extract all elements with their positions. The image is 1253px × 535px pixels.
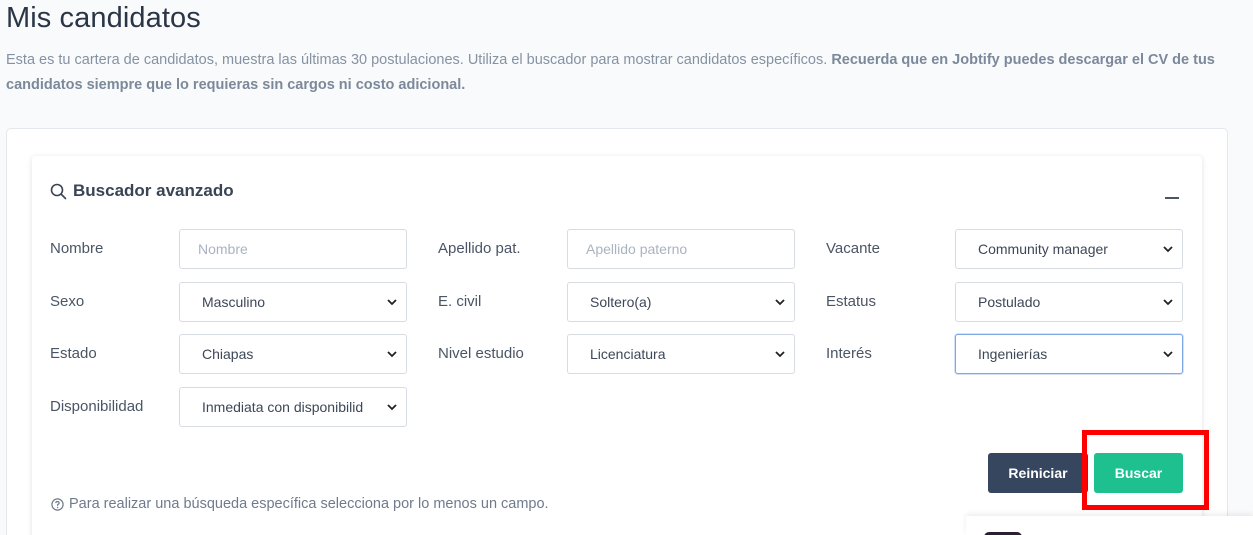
- chevron-down-icon: [774, 296, 786, 308]
- chevron-down-icon: [1162, 348, 1174, 360]
- interes-label: Interés: [826, 345, 872, 362]
- help-circle-icon: [51, 497, 64, 511]
- reset-button[interactable]: Reiniciar: [988, 453, 1088, 493]
- civil-select[interactable]: Soltero(a): [567, 282, 795, 322]
- search-button-highlight: [1082, 430, 1209, 510]
- page-title: Mis candidatos: [6, 2, 201, 34]
- sexo-label: Sexo: [50, 293, 85, 310]
- chevron-down-icon: [1162, 296, 1174, 308]
- vacante-value: Community manager: [978, 241, 1108, 257]
- apellido-label: Apellido pat.: [438, 240, 521, 257]
- chevron-down-icon: [386, 296, 398, 308]
- advanced-search-title: Buscador avanzado: [73, 181, 234, 200]
- chevron-down-icon: [386, 348, 398, 360]
- nivel-label: Nivel estudio: [438, 345, 524, 362]
- sexo-value: Masculino: [202, 294, 266, 310]
- estado-select[interactable]: Chiapas: [179, 334, 407, 374]
- estado-label: Estado: [50, 345, 97, 362]
- disponibilidad-select[interactable]: Inmediata con disponibilid: [179, 387, 407, 427]
- interes-select[interactable]: Ingenierías: [955, 334, 1183, 374]
- estatus-label: Estatus: [826, 293, 877, 310]
- interes-value: Ingenierías: [978, 346, 1048, 362]
- chevron-down-icon: [774, 348, 786, 360]
- search-hint-text: Para realizar una búsqueda específica se…: [69, 496, 549, 512]
- vacante-label: Vacante: [826, 240, 880, 257]
- estado-value: Chiapas: [202, 346, 254, 362]
- collapse-icon[interactable]: [1163, 187, 1181, 201]
- estatus-value: Postulado: [978, 294, 1041, 310]
- nivel-select[interactable]: Licenciatura: [567, 334, 795, 374]
- chevron-down-icon: [386, 401, 398, 413]
- apellido-input[interactable]: Apellido paterno: [567, 229, 795, 269]
- chevron-down-icon: [1162, 243, 1174, 255]
- advanced-search-header: Buscador avanzado: [50, 181, 234, 201]
- chat-widget[interactable]: [966, 516, 1253, 535]
- disponibilidad-label: Disponibilidad: [50, 398, 144, 415]
- nombre-input[interactable]: Nombre: [179, 229, 407, 269]
- search-icon: [50, 183, 67, 199]
- estatus-select[interactable]: Postulado: [955, 282, 1183, 322]
- vacante-select[interactable]: Community manager: [955, 229, 1183, 269]
- sexo-select[interactable]: Masculino: [179, 282, 407, 322]
- disponibilidad-value: Inmediata con disponibilid: [202, 399, 364, 415]
- nombre-label: Nombre: [50, 240, 104, 257]
- nivel-value: Licenciatura: [590, 346, 666, 362]
- civil-label: E. civil: [438, 293, 482, 310]
- intro-text: Esta es tu cartera de candidatos, muestr…: [6, 52, 832, 68]
- page-description: Esta es tu cartera de candidatos, muestr…: [6, 48, 1236, 98]
- search-hint: Para realizar una búsqueda específica se…: [51, 496, 549, 512]
- civil-value: Soltero(a): [590, 294, 652, 310]
